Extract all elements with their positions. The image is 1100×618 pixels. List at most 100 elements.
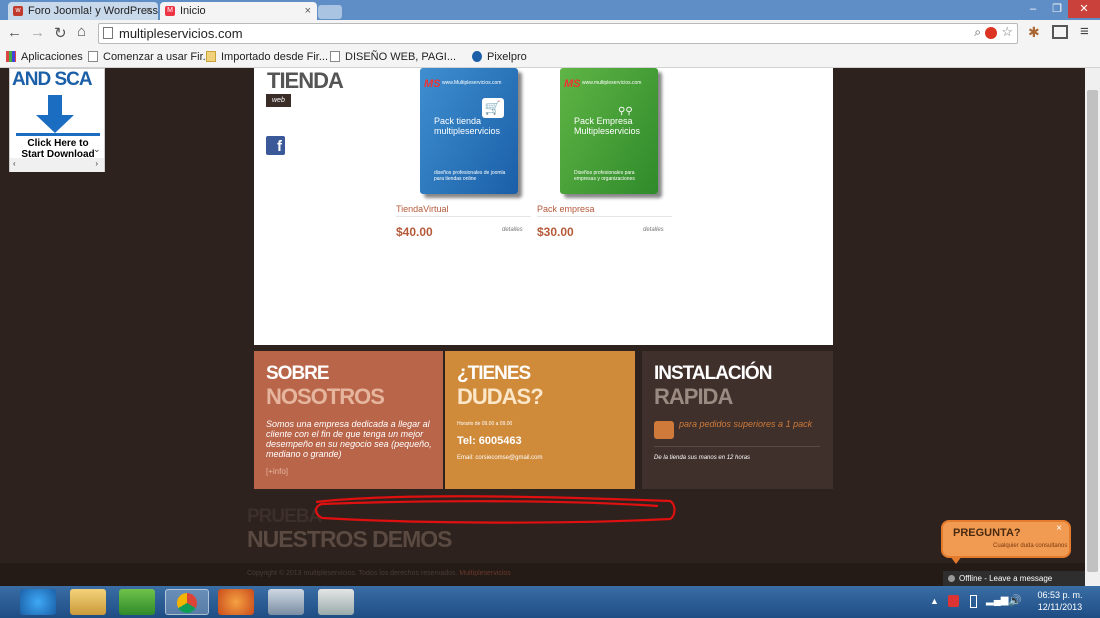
facebook-icon[interactable]: f <box>266 136 285 155</box>
tray-clock[interactable]: 06:53 p. m. 12/11/2013 <box>1030 589 1090 613</box>
phone-text: Tel: 6005463 <box>457 435 522 447</box>
tab-close-icon[interactable]: × <box>146 2 152 20</box>
box-url: www.Multipleservicios.com <box>442 80 502 86</box>
more-info-link[interactable]: [+info] <box>266 467 288 476</box>
forward-icon[interactable]: → <box>30 24 45 41</box>
star-icon[interactable]: ☆ <box>1001 24 1013 40</box>
divider <box>537 216 672 217</box>
back-icon[interactable]: ← <box>7 24 22 41</box>
bookmark-comenzar[interactable]: Comenzar a usar Fir... <box>88 51 212 63</box>
address-text: multipleservicios.com <box>119 26 243 41</box>
menu-icon[interactable]: ≡ <box>1080 23 1089 40</box>
panel-heading: ¿TIENES <box>457 363 531 384</box>
window-icon[interactable] <box>1052 25 1068 39</box>
battery-icon[interactable] <box>970 595 977 608</box>
install-note: De la tienda sus manos en 12 horas <box>654 455 751 461</box>
hours-text: Horario de 09.00 a 09.00 <box>457 421 513 427</box>
box-url: www.multipleservicios.com <box>582 80 642 86</box>
product-name-link[interactable]: Pack empresa <box>537 204 595 214</box>
minimize-icon[interactable]: – <box>1020 0 1046 18</box>
webmatrix-icon[interactable] <box>119 589 155 615</box>
home-icon[interactable]: ⌂ <box>77 23 86 40</box>
extension-icon[interactable] <box>985 27 997 39</box>
chrome-icon <box>177 593 197 613</box>
bookmark-importado[interactable]: Importado desde Fir... <box>206 51 328 63</box>
panel-subheading: DUDAS? <box>457 384 544 409</box>
box-logo: MS <box>564 78 581 90</box>
chevron-down-icon[interactable]: ⌄ <box>93 144 101 155</box>
product-image-tienda[interactable]: MS www.Multipleservicios.com 🛒 Pack tien… <box>420 68 518 194</box>
new-tab-button[interactable] <box>318 5 342 19</box>
chat-status-bar[interactable]: Offline - Leave a message <box>943 571 1085 586</box>
calculator-icon[interactable] <box>318 589 354 615</box>
chat-bubble-tail <box>950 556 962 564</box>
product-image-empresa[interactable]: MS www.multipleservicios.com ⚲⚲ Pack Emp… <box>560 68 658 194</box>
tray-expand-icon[interactable]: ▲ <box>930 596 939 606</box>
chat-title: PREGUNTA? <box>953 527 1021 539</box>
panel-subheading: NOSOTROS <box>266 384 385 409</box>
close-icon[interactable]: × <box>1056 523 1062 534</box>
folder-icon <box>206 51 216 62</box>
bookmark-pixelpro[interactable]: Pixelpro <box>472 51 527 63</box>
remote-desktop-icon[interactable] <box>268 589 304 615</box>
panel-heading: INSTALACIÓN <box>654 363 772 384</box>
tray-app-icon[interactable] <box>948 595 959 607</box>
tab-foro-joomla[interactable]: w Foro Joomla! y WordPress × <box>8 2 158 20</box>
details-link[interactable]: detalles <box>643 227 664 233</box>
ad-scrollbar[interactable]: ‹ › <box>10 158 104 172</box>
chevron-right-icon[interactable]: › <box>95 159 98 168</box>
box-name: Pack Empresa Multipleservicios <box>574 116 641 136</box>
tab-close-icon[interactable]: × <box>305 2 311 20</box>
restore-icon[interactable]: ❐ <box>1044 0 1070 18</box>
reload-icon[interactable]: ↻ <box>54 24 67 42</box>
footer-brand-link[interactable]: Multipleservicios <box>459 570 510 577</box>
footer <box>0 563 1085 586</box>
network-icon[interactable]: ▂▄▆ <box>986 595 1008 606</box>
divider <box>396 216 531 217</box>
demos-subheading: NUESTROS DEMOS <box>247 526 453 552</box>
download-arrow-icon <box>36 95 74 133</box>
internet-explorer-icon[interactable] <box>20 589 56 615</box>
file-explorer-icon[interactable] <box>70 589 106 615</box>
bookmark-apps[interactable]: Aplicaciones <box>6 51 83 63</box>
joomla-favicon-icon: w <box>13 6 23 16</box>
ms-favicon-icon: M <box>165 6 175 16</box>
install-panel: INSTALACIÓN RAPIDA para pedidos superior… <box>642 351 833 489</box>
panel-heading: SOBRE <box>266 363 330 384</box>
chrome-taskbar-button[interactable] <box>165 589 209 615</box>
chat-subtitle: Cualquier duda consultanos <box>993 543 1068 549</box>
box-desc: diseños profesionales de joomla para tie… <box>434 170 506 182</box>
ad-underline <box>16 133 100 136</box>
product-price: $40.00 <box>396 225 433 239</box>
volume-icon[interactable]: 🔊 <box>1008 594 1022 607</box>
box-logo: MS <box>424 78 441 90</box>
details-link[interactable]: detalles <box>502 227 523 233</box>
download-ad[interactable]: AND SCA Click Here to Start Download ‹ › <box>9 68 105 172</box>
extension-puzzle-icon[interactable]: ✱ <box>1028 24 1040 41</box>
bookmarks-bar: Aplicaciones Comenzar a usar Fir... Impo… <box>0 48 1100 68</box>
box-name: Pack tienda multipleservicios <box>434 116 501 136</box>
divider <box>654 446 820 447</box>
address-bar[interactable]: multipleservicios.com ⌕ ☆ <box>98 23 1018 44</box>
truck-icon <box>654 421 674 439</box>
offline-icon <box>948 575 955 582</box>
bookmark-diseno-web[interactable]: DISEÑO WEB, PAGI... <box>330 51 456 63</box>
page-icon <box>103 27 113 39</box>
ad-headline: AND SCA <box>12 69 93 90</box>
shop-title: TIENDA <box>267 68 344 93</box>
product-name-link[interactable]: TiendaVirtual <box>396 204 449 214</box>
close-window-icon[interactable]: ✕ <box>1068 0 1100 18</box>
ad-cta: Click Here to Start Download <box>21 138 95 160</box>
web-tag[interactable]: web <box>266 94 291 107</box>
tab-inicio[interactable]: M Inicio × <box>160 2 317 20</box>
about-panel: SOBRE NOSOTROS Somos una empresa dedicad… <box>254 351 443 489</box>
pixelpro-icon <box>472 51 482 62</box>
scrollbar-thumb[interactable] <box>1087 90 1098 572</box>
search-icon[interactable]: ⌕ <box>974 25 981 40</box>
install-text: para pedidos superiores a 1 pack <box>679 419 813 429</box>
red-annotation-scribble <box>314 495 676 524</box>
chat-bubble[interactable]: PREGUNTA? Cualquier duda consultanos × <box>941 520 1071 558</box>
about-text: Somos una empresa dedicada a llegar al c… <box>266 419 432 459</box>
firefox-icon[interactable] <box>218 589 254 615</box>
chevron-left-icon[interactable]: ‹ <box>13 159 16 168</box>
